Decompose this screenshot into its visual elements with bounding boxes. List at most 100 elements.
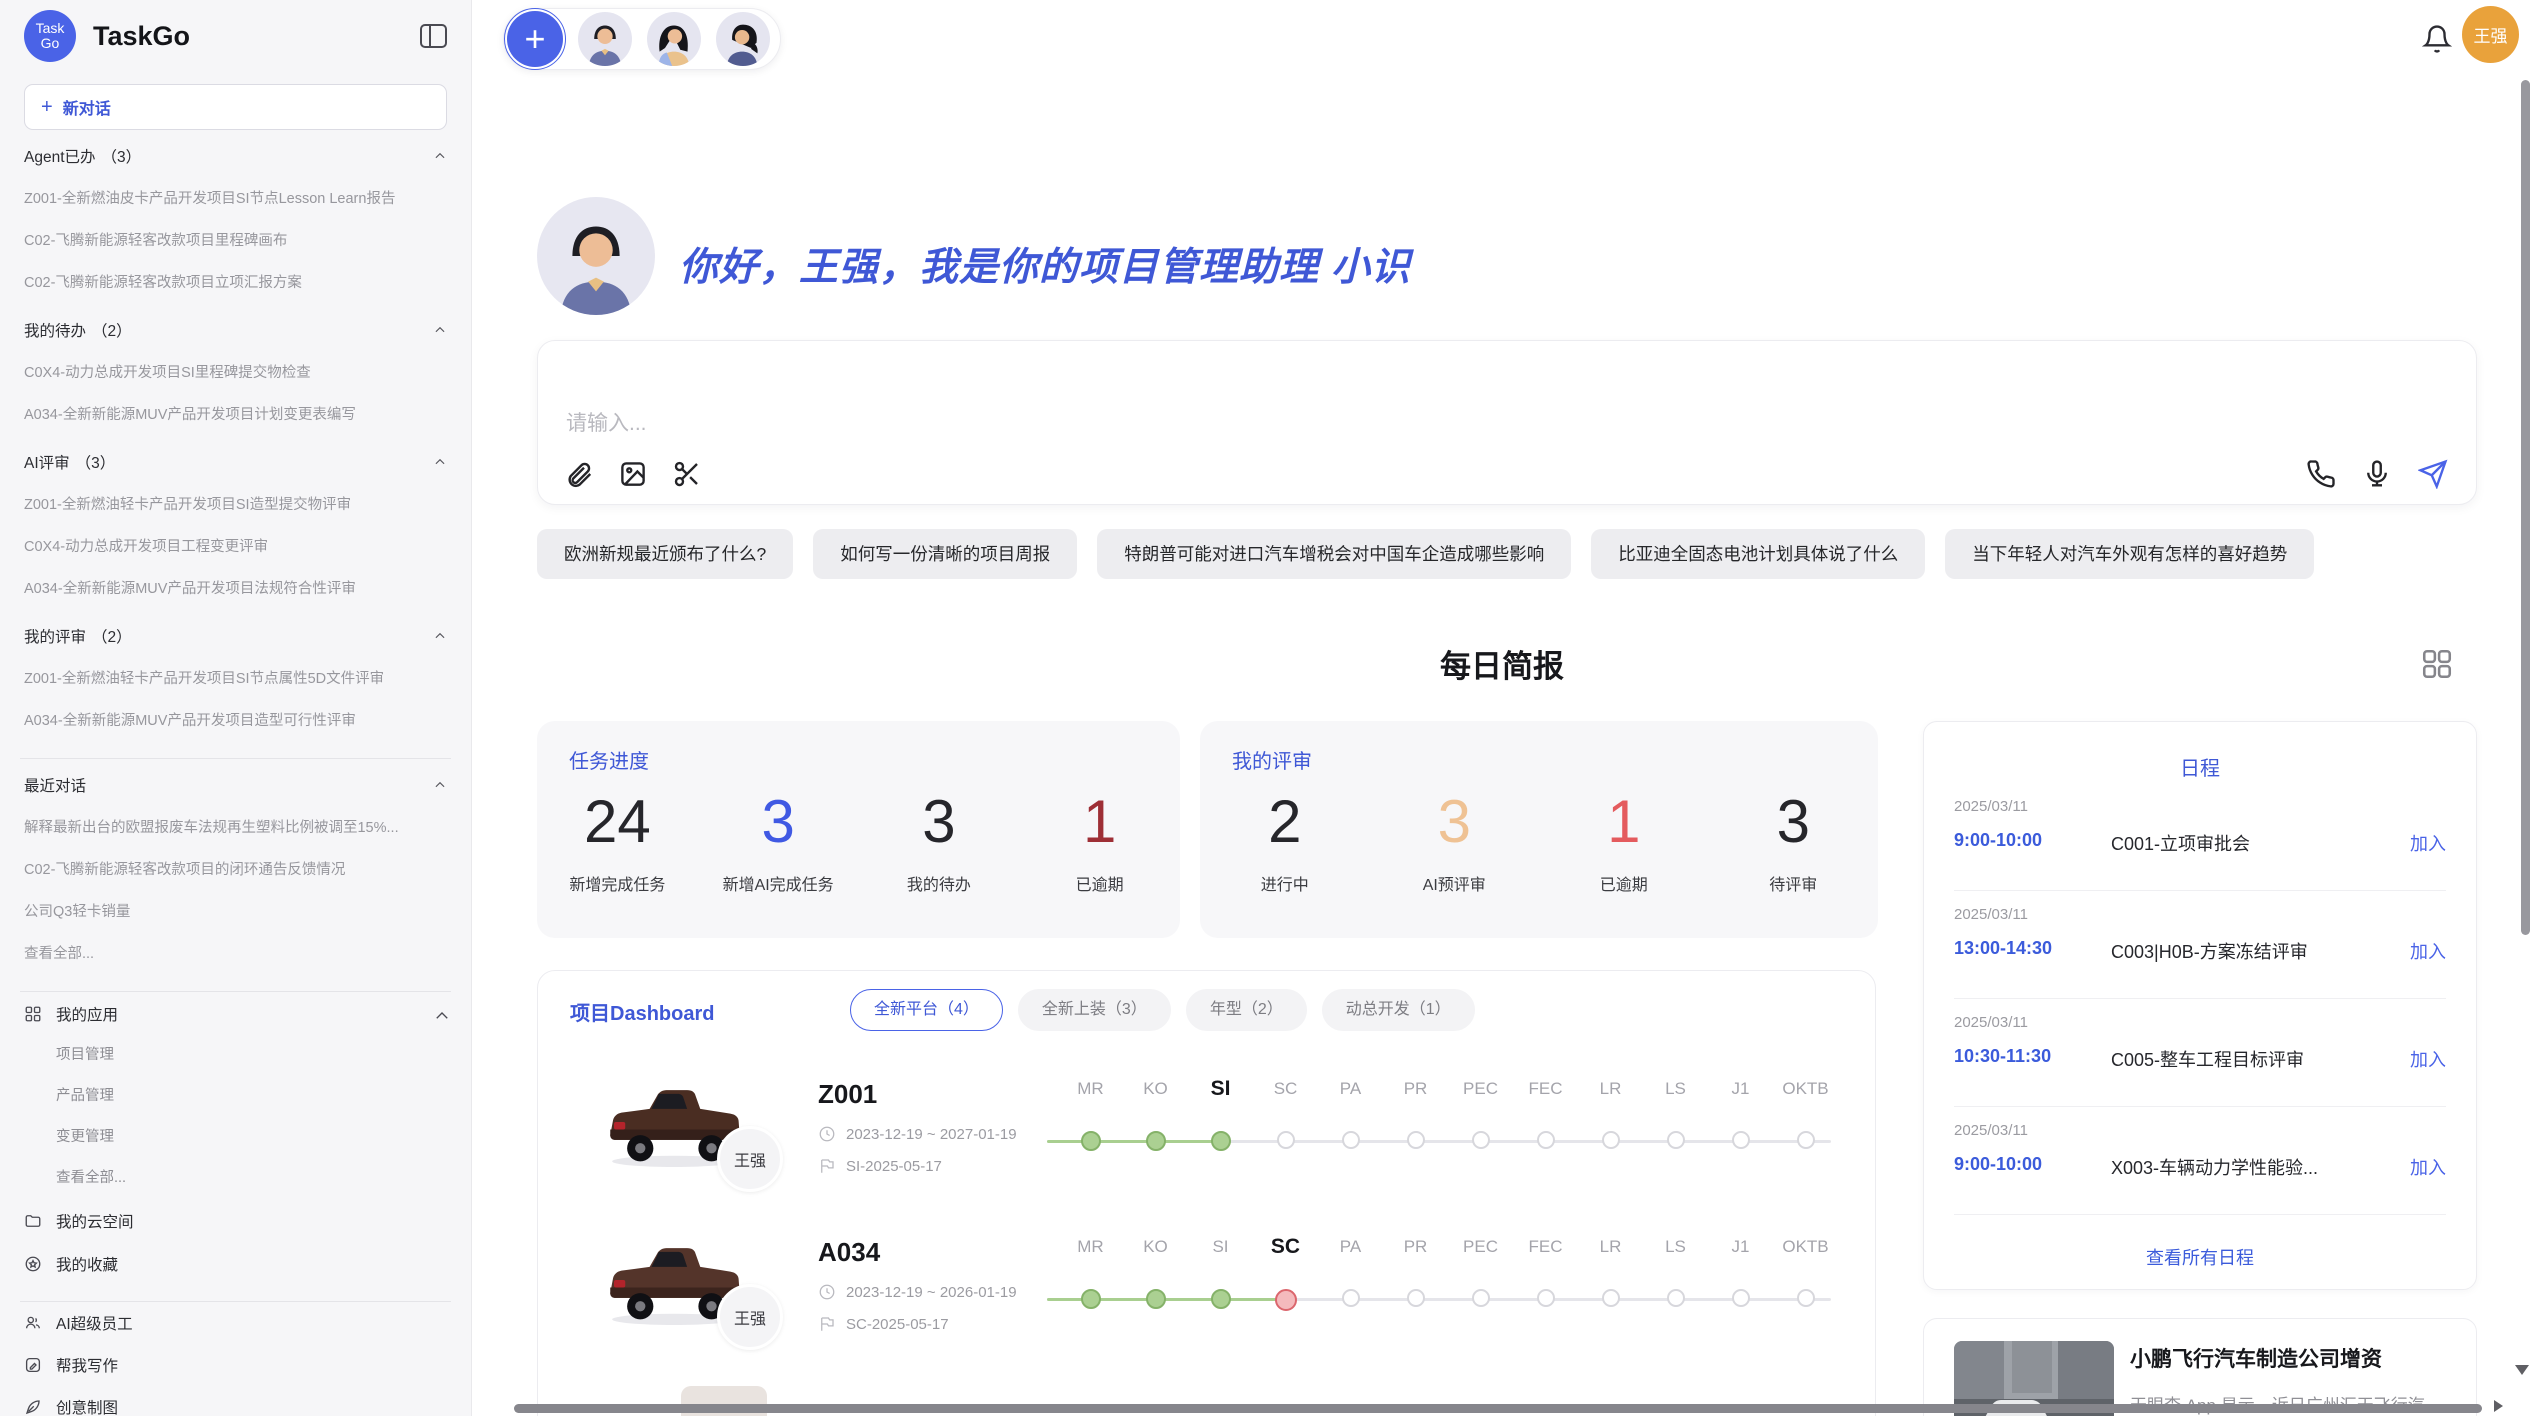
scroll-down-arrow-icon[interactable]: [2515, 1365, 2529, 1375]
list-item[interactable]: C02-飞腾新能源轻客改款项目的闭环通告反馈情况: [24, 849, 447, 891]
milestone-dot-late: [1275, 1289, 1297, 1311]
tab-new-body[interactable]: 全新上装（3）: [1018, 989, 1171, 1031]
add-assistant-button[interactable]: +: [507, 11, 563, 67]
app-logo: Task Go: [24, 10, 76, 62]
vertical-scrollbar-thumb[interactable]: [2521, 80, 2530, 935]
assistant-avatar-1[interactable]: [578, 12, 632, 66]
milestone-label: SI: [1188, 1233, 1253, 1261]
sidebar-item-cloud-space[interactable]: 我的云空间: [24, 1199, 447, 1242]
section-my-todo[interactable]: 我的待办 （2）: [24, 308, 447, 352]
chevron-up-icon[interactable]: [433, 149, 447, 163]
event-time: 9:00-10:00: [1954, 1154, 2042, 1175]
list-item[interactable]: 解释最新出台的欧盟报废车法规再生塑料比例被调至15%...: [24, 807, 447, 849]
list-item[interactable]: C0X4-动力总成开发项目SI里程碑提交物检查: [24, 352, 447, 394]
sidebar-item-change-mgmt[interactable]: 变更管理: [24, 1117, 447, 1158]
stat-value: 1: [1019, 783, 1180, 861]
event-time: 10:30-11:30: [1954, 1046, 2051, 1067]
stat-label: 待评审: [1709, 871, 1879, 895]
main-content: + 王强 你好，王强，我是你的项目管理助理 小识 请输入...: [472, 0, 2532, 1416]
view-all-apps-link[interactable]: 查看全部...: [24, 1158, 447, 1199]
attachment-icon[interactable]: [564, 459, 594, 489]
section-ai-review[interactable]: AI评审 （3）: [24, 440, 447, 484]
view-all-chats-link[interactable]: 查看全部...: [24, 933, 447, 975]
join-event-link[interactable]: 加入: [2410, 1154, 2446, 1180]
project-name[interactable]: A034: [818, 1237, 880, 1268]
join-event-link[interactable]: 加入: [2410, 938, 2446, 964]
milestone-label: PR: [1383, 1075, 1448, 1103]
message-input-placeholder: 请输入...: [566, 407, 647, 437]
list-item[interactable]: Z001-全新燃油轻卡产品开发项目SI造型提交物评审: [24, 484, 447, 526]
sidebar-item-creative-draw[interactable]: 创意制图: [24, 1386, 447, 1428]
list-item[interactable]: Z001-全新燃油皮卡产品开发项目SI节点Lesson Learn报告: [24, 178, 447, 220]
project-flag-label: SI-2025-05-17: [846, 1158, 942, 1175]
list-item[interactable]: 公司Q3轻卡销量: [24, 891, 447, 933]
view-all-schedule-link[interactable]: 查看所有日程: [1924, 1244, 2476, 1270]
chevron-up-icon[interactable]: [433, 455, 447, 469]
plus-icon: +: [41, 96, 53, 119]
event-title: C003|H0B-方案冻结评审: [2111, 938, 2308, 964]
project-flag-label: SC-2025-05-17: [846, 1316, 949, 1333]
scroll-right-arrow-icon[interactable]: [2494, 1400, 2503, 1412]
join-event-link[interactable]: 加入: [2410, 830, 2446, 856]
divider: [1954, 890, 2446, 891]
suggestion-chip[interactable]: 特朗普可能对进口汽车增税会对中国车企造成哪些影响: [1097, 529, 1571, 579]
horizontal-scrollbar-thumb[interactable]: [514, 1404, 2482, 1413]
milestone-dot: [1667, 1131, 1685, 1149]
notifications-bell-icon[interactable]: [2422, 24, 2452, 54]
news-card[interactable]: 小鹏飞行汽车制造公司增资 天眼查 App 显示，近日广州汇天飞行汽...: [1923, 1318, 2477, 1416]
chevron-up-icon[interactable]: [433, 629, 447, 643]
tab-year-model[interactable]: 年型（2）: [1186, 989, 1307, 1031]
assistant-avatar-3[interactable]: [716, 12, 770, 66]
sidebar-item-favorites[interactable]: 我的收藏: [24, 1242, 447, 1285]
suggestion-chip[interactable]: 当下年轻人对汽车外观有怎样的喜好趋势: [1945, 529, 2314, 579]
suggestion-chip[interactable]: 比亚迪全固态电池计划具体说了什么: [1591, 529, 1925, 579]
milestone-dots: [1058, 1131, 1838, 1151]
milestone-dot-done: [1081, 1289, 1101, 1309]
milestone-label: FEC: [1513, 1075, 1578, 1103]
microphone-icon[interactable]: [2362, 459, 2392, 489]
chevron-up-icon[interactable]: [433, 323, 447, 337]
milestone-dot: [1537, 1289, 1555, 1307]
new-chat-button[interactable]: + 新对话: [24, 84, 447, 130]
suggestion-chip[interactable]: 欧洲新规最近颁布了什么?: [537, 529, 793, 579]
project-name[interactable]: Z001: [818, 1079, 877, 1110]
collapse-sidebar-icon[interactable]: [420, 24, 447, 48]
chevron-up-icon[interactable]: [433, 1007, 447, 1021]
assistant-avatar-2[interactable]: [647, 12, 701, 66]
section-agent-done[interactable]: Agent已办 （3）: [24, 134, 447, 178]
list-item[interactable]: A034-全新新能源MUV产品开发项目法规符合性评审: [24, 568, 447, 610]
sidebar-item-project-mgmt[interactable]: 项目管理: [24, 1035, 447, 1076]
tab-all-new-platform[interactable]: 全新平台（4）: [850, 989, 1003, 1031]
image-icon[interactable]: [618, 459, 648, 489]
list-item[interactable]: Z001-全新燃油轻卡产品开发项目SI节点属性5D文件评审: [24, 658, 447, 700]
sidebar-item-ai-employees[interactable]: AI超级员工: [24, 1302, 447, 1344]
send-icon[interactable]: [2418, 459, 2448, 489]
list-item[interactable]: C02-飞腾新能源轻客改款项目立项汇报方案: [24, 262, 447, 304]
list-item[interactable]: A034-全新新能源MUV产品开发项目造型可行性评审: [24, 700, 447, 742]
join-event-link[interactable]: 加入: [2410, 1046, 2446, 1072]
flag-icon: [818, 1315, 836, 1333]
chevron-up-icon[interactable]: [433, 778, 447, 792]
tab-powertrain-dev[interactable]: 动总开发（1）: [1322, 989, 1475, 1031]
sidebar-item-product-mgmt[interactable]: 产品管理: [24, 1076, 447, 1117]
sidebar-item-my-apps[interactable]: 我的应用: [24, 992, 447, 1035]
news-title: 小鹏飞行汽车制造公司增资: [2130, 1343, 2382, 1373]
stat-label: 已逾期: [1539, 871, 1709, 895]
message-composer[interactable]: 请输入...: [537, 340, 2477, 505]
section-recent-chats[interactable]: 最近对话: [24, 763, 447, 807]
stat-label: 已逾期: [1019, 871, 1180, 895]
dashboard-tabs: 全新平台（4） 全新上装（3） 年型（2） 动总开发（1）: [850, 989, 1475, 1031]
list-item[interactable]: C02-飞腾新能源轻客改款项目里程碑画布: [24, 220, 447, 262]
suggestion-chip[interactable]: 如何写一份清晰的项目周报: [813, 529, 1077, 579]
app-title: TaskGo: [93, 21, 420, 52]
scissors-icon[interactable]: [672, 459, 702, 489]
section-my-review[interactable]: 我的评审 （2）: [24, 614, 447, 658]
list-item[interactable]: A034-全新新能源MUV产品开发项目计划变更表编写: [24, 394, 447, 436]
sidebar-item-help-write[interactable]: 帮我写作: [24, 1344, 447, 1386]
phone-call-icon[interactable]: [2306, 459, 2336, 489]
user-avatar[interactable]: 王强: [2462, 6, 2519, 63]
event-date: 2025/03/11: [1954, 1122, 2028, 1139]
list-item[interactable]: C0X4-动力总成开发项目工程变更评审: [24, 526, 447, 568]
layout-grid-icon[interactable]: [2420, 647, 2454, 686]
assistant-greeting-avatar: [537, 197, 655, 315]
